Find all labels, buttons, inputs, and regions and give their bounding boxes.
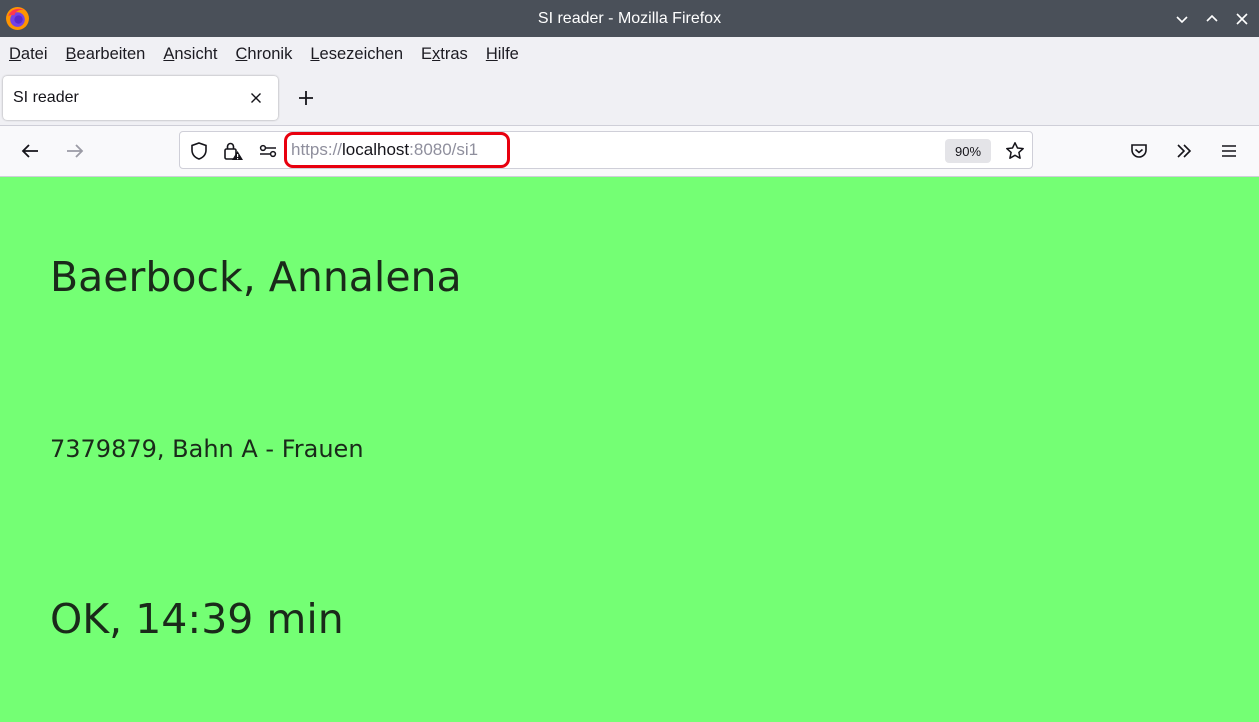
url-input[interactable]: https://localhost:8080/si1 xyxy=(291,140,478,160)
back-arrow-icon xyxy=(21,144,38,158)
close-icon xyxy=(1236,12,1248,25)
back-button[interactable] xyxy=(18,139,42,163)
permissions-button[interactable] xyxy=(257,140,279,162)
window-title: SI reader - Mozilla Firefox xyxy=(537,9,722,27)
menu-ansicht[interactable]: Ansicht xyxy=(154,45,226,64)
hamburger-menu-icon xyxy=(1222,145,1236,157)
page-content: Baerbock, Annalena 7379879, Bahn A - Fra… xyxy=(0,177,1259,722)
minimize-button[interactable] xyxy=(1173,10,1191,28)
menu-bar: Datei Bearbeiten Ansicht Chronik Lesezei… xyxy=(0,37,1259,72)
menu-extras[interactable]: Extras xyxy=(412,45,477,64)
bookmark-star-icon xyxy=(1006,142,1024,159)
maximize-button[interactable] xyxy=(1203,10,1221,28)
run-result: OK, 14:39 min xyxy=(50,595,344,643)
permissions-icon xyxy=(259,144,277,158)
pocket-button[interactable] xyxy=(1127,139,1151,163)
menu-hilfe[interactable]: Hilfe xyxy=(477,45,528,64)
menu-chronik[interactable]: Chronik xyxy=(226,45,301,64)
overflow-button[interactable] xyxy=(1172,139,1196,163)
tab-si-reader[interactable]: SI reader xyxy=(3,76,278,120)
tracking-protection-button[interactable] xyxy=(188,140,210,162)
url-bar[interactable]: https://localhost:8080/si1 90% xyxy=(179,131,1033,169)
shield-icon xyxy=(191,142,207,160)
pocket-icon xyxy=(1131,144,1147,158)
new-tab-button[interactable] xyxy=(294,86,318,110)
forward-arrow-icon xyxy=(67,144,84,158)
zoom-reset-button[interactable]: 90% xyxy=(945,139,991,163)
app-menu-button[interactable] xyxy=(1217,139,1241,163)
menu-bearbeiten[interactable]: Bearbeiten xyxy=(57,45,155,64)
minimize-icon xyxy=(1176,15,1188,23)
window-titlebar: SI reader - Mozilla Firefox xyxy=(0,0,1259,37)
window-controls xyxy=(1173,0,1251,37)
plus-icon xyxy=(299,91,313,105)
runner-name: Baerbock, Annalena xyxy=(50,253,462,301)
runner-info: 7379879, Bahn A - Frauen xyxy=(50,435,364,463)
site-security-button[interactable] xyxy=(222,140,244,162)
forward-button[interactable] xyxy=(63,139,87,163)
tab-bar: SI reader xyxy=(0,72,1259,126)
tab-title: SI reader xyxy=(13,89,79,106)
close-icon xyxy=(251,93,261,103)
firefox-logo-icon xyxy=(6,7,29,30)
navigation-toolbar: https://localhost:8080/si1 90% xyxy=(0,126,1259,177)
menu-datei[interactable]: Datei xyxy=(0,45,57,64)
bookmark-star-button[interactable] xyxy=(1003,139,1027,163)
tab-close-button[interactable] xyxy=(246,88,266,108)
menu-lesezeichen[interactable]: Lesezeichen xyxy=(301,45,412,64)
close-window-button[interactable] xyxy=(1233,10,1251,28)
overflow-chevron-icon xyxy=(1177,144,1192,158)
maximize-icon xyxy=(1206,14,1218,22)
lock-warning-icon xyxy=(224,142,243,160)
